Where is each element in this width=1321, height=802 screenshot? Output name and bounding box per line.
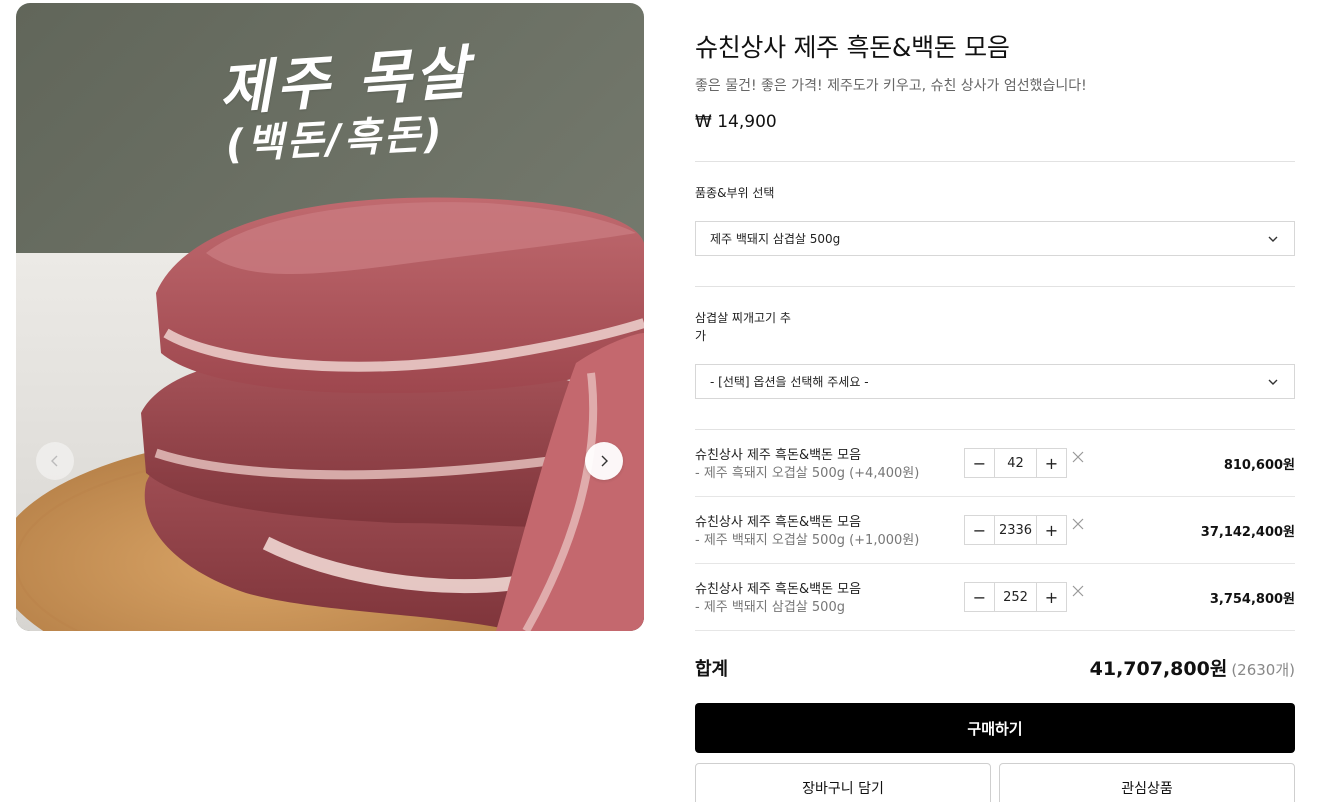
quantity-increase-button[interactable]: +: [1037, 583, 1066, 611]
quantity-input[interactable]: 252: [994, 583, 1037, 611]
chevron-left-icon: [51, 455, 58, 467]
selected-item-option: - 제주 백돼지 삼겹살 500g: [695, 600, 845, 615]
gallery-next-button[interactable]: [585, 442, 623, 480]
option-label-variety: 품종&부위 선택: [695, 186, 775, 200]
selected-item-row: 슈친상사 제주 흑돈&백돈 모음 - 제주 흑돼지 오겹살 500g (+4,4…: [695, 430, 1295, 497]
variety-select-value: 제주 백돼지 삼겹살 500g: [710, 232, 841, 246]
total-amount: 41,707,800원: [1089, 658, 1228, 680]
chevron-down-icon: [1268, 236, 1278, 242]
option-label-line: 삼겹살 찌개고기 추: [695, 311, 791, 325]
total-summary: 41,707,800원 (2630개): [1090, 654, 1295, 681]
option-label-stew-meat: 삼겹살 찌개고기 추 가: [695, 309, 791, 345]
total-label: 합계: [695, 659, 729, 680]
quantity-increase-button[interactable]: +: [1037, 449, 1066, 477]
quantity-stepper: − 2336 +: [964, 515, 1067, 545]
stew-meat-select[interactable]: - [선택] 옵션을 선택해 주세요 -: [695, 364, 1295, 399]
selected-item-row: 슈친상사 제주 흑돈&백돈 모음 - 제주 백돼지 오겹살 500g (+1,0…: [695, 497, 1295, 564]
chevron-down-icon: [1268, 379, 1278, 385]
wishlist-button[interactable]: 관심상품: [999, 763, 1295, 802]
selected-item-name: 슈친상사 제주 흑돈&백돈 모음: [695, 582, 862, 597]
buy-now-button[interactable]: 구매하기: [695, 703, 1295, 753]
product-price: ₩ 14,900: [695, 112, 777, 132]
selected-item-option: - 제주 백돼지 오겹살 500g (+1,000원): [695, 533, 920, 548]
gallery-prev-button[interactable]: [36, 442, 74, 480]
selected-item-price: 810,600원: [1223, 458, 1295, 473]
divider: [695, 286, 1295, 287]
selected-item-name: 슈친상사 제주 흑돈&백돈 모음: [695, 515, 862, 530]
variety-select[interactable]: 제주 백돼지 삼겹살 500g: [695, 221, 1295, 256]
close-icon[interactable]: [1070, 449, 1086, 465]
chevron-right-icon: [601, 455, 608, 467]
quantity-increase-button[interactable]: +: [1037, 516, 1066, 544]
selected-item-name: 슈친상사 제주 흑돈&백돈 모음: [695, 448, 862, 463]
quantity-decrease-button[interactable]: −: [965, 516, 994, 544]
stew-meat-select-value: - [선택] 옵션을 선택해 주세요 -: [710, 375, 869, 389]
selected-item-option: - 제주 흑돼지 오겹살 500g (+4,400원): [695, 466, 920, 481]
add-to-cart-button[interactable]: 장바구니 담기: [695, 763, 991, 802]
quantity-decrease-button[interactable]: −: [965, 449, 994, 477]
selected-item-price: 3,754,800원: [1209, 592, 1295, 607]
option-label-line: 가: [695, 329, 707, 343]
quantity-decrease-button[interactable]: −: [965, 583, 994, 611]
selected-item-price: 37,142,400원: [1200, 525, 1295, 540]
quantity-input[interactable]: 42: [994, 449, 1037, 477]
selected-item-row: 슈친상사 제주 흑돈&백돈 모음 - 제주 백돼지 삼겹살 500g − 252…: [695, 564, 1295, 631]
product-image-gallery: 제주 목살 (백돈/흑돈): [16, 3, 644, 631]
total-count: (2630개): [1231, 661, 1295, 679]
divider: [695, 161, 1295, 162]
close-icon[interactable]: [1070, 516, 1086, 532]
quantity-input[interactable]: 2336: [994, 516, 1037, 544]
product-subtitle: 좋은 물건! 좋은 가격! 제주도가 키우고, 슈친 상사가 엄선했습니다!: [695, 78, 1087, 94]
quantity-stepper: − 252 +: [964, 582, 1067, 612]
product-title: 슈친상사 제주 흑돈&백돈 모음: [695, 33, 1010, 62]
close-icon[interactable]: [1070, 583, 1086, 599]
quantity-stepper: − 42 +: [964, 448, 1067, 478]
